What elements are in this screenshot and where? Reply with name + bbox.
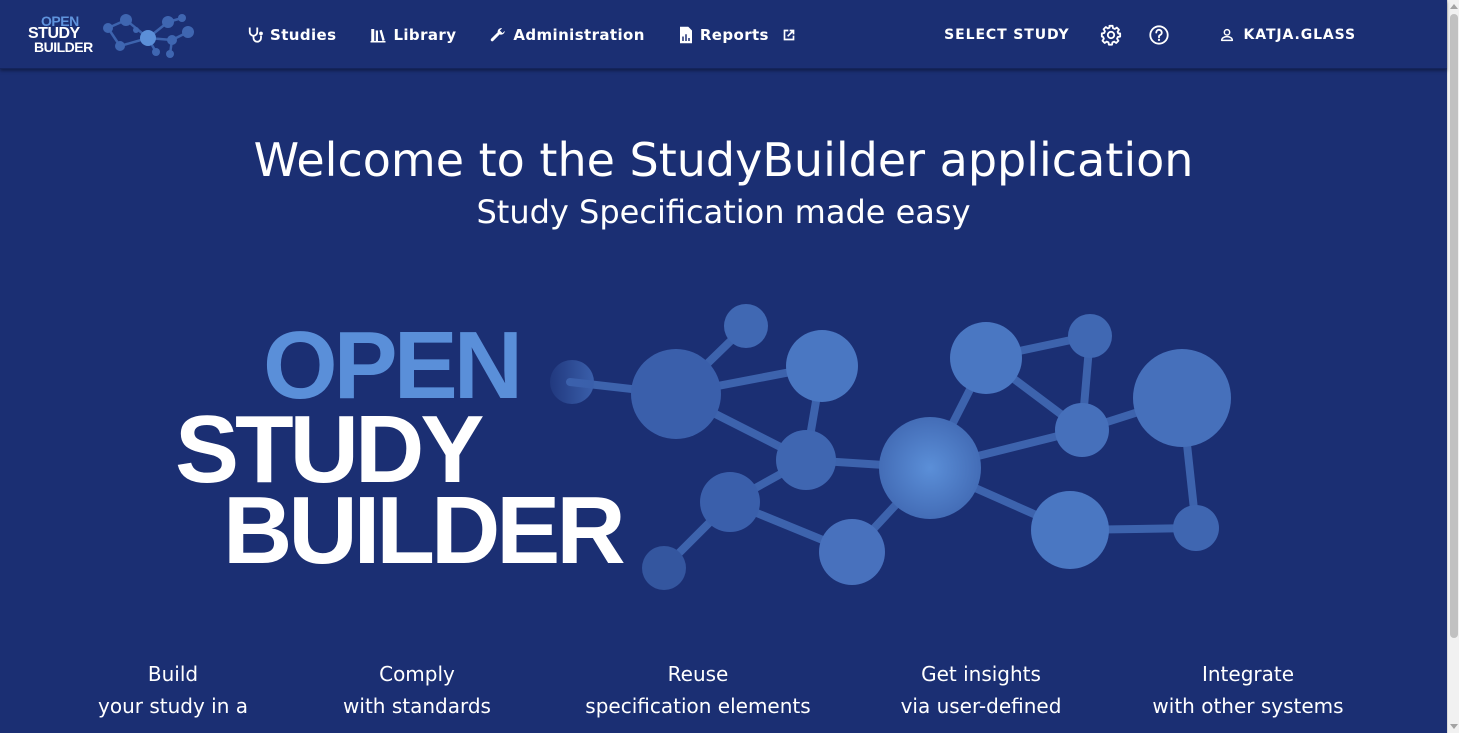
feature-heading: Comply <box>379 662 455 686</box>
user-menu-button[interactable]: KATJA.GLASS <box>1219 27 1356 43</box>
nav-studies[interactable]: Studies <box>246 26 336 44</box>
feature-comply: Comply with standards <box>277 658 557 722</box>
scroll-down-arrow-icon[interactable] <box>1450 724 1458 729</box>
feature-build: Build your study in a <box>33 658 313 722</box>
report-icon <box>679 26 692 43</box>
nav-administration[interactable]: Administration <box>489 26 644 44</box>
stethoscope-icon <box>248 27 263 43</box>
feature-text: your study in a <box>98 694 248 718</box>
brand-line-builder: BUILDER <box>34 39 93 55</box>
nav-library[interactable]: Library <box>369 26 456 44</box>
feature-heading: Integrate <box>1201 662 1295 686</box>
account-icon <box>1220 28 1233 41</box>
settings-button[interactable] <box>1099 23 1123 47</box>
app-root: OPEN STUDY BUILDER Studies Library Admin… <box>0 0 1459 733</box>
user-name: KATJA.GLASS <box>1243 26 1356 43</box>
feature-integrate: Integrate with other systems <box>1108 658 1388 722</box>
top-app-bar: OPEN STUDY BUILDER Studies Library Admin… <box>0 0 1447 69</box>
feature-heading: Get insights <box>921 662 1041 686</box>
nav-reports-label: Reports <box>699 25 769 44</box>
books-icon <box>370 28 386 42</box>
gear-icon <box>1100 24 1121 46</box>
feature-list: Build your study in a Comply with standa… <box>0 658 1447 733</box>
brand-network-graphic <box>103 14 194 58</box>
nav-reports[interactable]: Reports <box>678 26 797 44</box>
scroll-up-arrow-icon[interactable] <box>1450 4 1458 9</box>
feature-heading: Reuse <box>667 662 729 686</box>
open-in-new-icon <box>783 29 795 40</box>
feature-text: with other systems <box>1152 694 1344 718</box>
select-study-button[interactable]: SELECT STUDY <box>944 27 1069 43</box>
feature-reuse: Reuse specification elements <box>558 658 838 722</box>
help-circle-icon <box>1148 24 1169 45</box>
toolbar-actions: SELECT STUDY KATJA.GLASS <box>944 0 1356 69</box>
nav-library-label: Library <box>393 25 457 44</box>
nav-studies-label: Studies <box>270 25 337 44</box>
welcome-subtitle: Study Specification made easy <box>476 193 971 231</box>
help-button[interactable] <box>1147 23 1171 47</box>
welcome-title: Welcome to the StudyBuilder application <box>253 133 1194 187</box>
feature-text: via user-defined <box>900 694 1062 718</box>
scroll-thumb[interactable] <box>1450 14 1458 638</box>
main-navigation: Studies Library Administration Reports <box>246 0 830 69</box>
brand-logo[interactable]: OPEN STUDY BUILDER <box>24 8 199 60</box>
open-study-builder-logo: OPEN STUDY BUILDER <box>170 298 1245 598</box>
feature-text: with standards <box>343 694 491 718</box>
feature-get-insights: Get insights via user-defined <box>841 658 1121 722</box>
feature-heading: Build <box>147 662 199 686</box>
feature-text: specification elements <box>585 694 811 718</box>
logo-network-graphic <box>550 304 1231 590</box>
nav-administration-label: Administration <box>513 25 645 44</box>
page-scrollbar[interactable] <box>1447 0 1459 733</box>
wrench-icon <box>491 27 506 41</box>
